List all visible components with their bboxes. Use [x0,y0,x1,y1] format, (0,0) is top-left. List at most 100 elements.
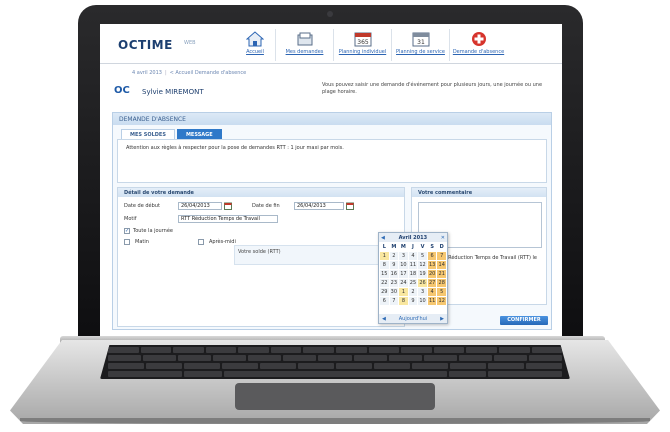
calendar-day[interactable]: 4 [427,288,437,296]
intro-text: Vous pouvez saisir une demande d'événeme… [322,82,543,95]
calendar-icon: 365 [354,32,371,47]
nav-label: Mes demandes [285,49,324,55]
calendar-day[interactable]: 9 [408,297,418,305]
message-box: Attention aux règles à respecter pour la… [117,139,547,183]
medical-cross-icon [471,32,486,46]
today-button[interactable]: Aujourd'hui [399,316,427,322]
calendar-day[interactable]: 4 [408,252,418,260]
breadcrumb-date: 4 avril 2013 [132,70,162,76]
calendar-day[interactable]: 15 [380,270,389,278]
calendar-day[interactable]: 29 [380,288,389,296]
morning-checkbox[interactable] [124,239,130,245]
panel-title: DEMANDE D'ABSENCE [113,113,551,125]
calendar-day[interactable]: 9 [389,261,399,269]
camera-icon [327,11,333,17]
absence-panel: DEMANDE D'ABSENCE MES SOLDES MESSAGE Att… [112,112,552,330]
screen: OCTIME WEB Accueil Mes demandes 365 Plan… [100,24,562,336]
calendar-day[interactable]: 14 [437,261,446,269]
nav-item-planning-individuel[interactable]: 365 Planning individuel [333,29,391,61]
calendar-day[interactable]: 11 [408,261,418,269]
calendar-day[interactable]: 5 [437,288,446,296]
calendar-day[interactable]: 8 [380,261,389,269]
calendar-day[interactable]: 10 [399,261,408,269]
calendar-day[interactable]: 12 [418,261,427,269]
user-badge: OC [114,85,130,96]
confirm-button[interactable]: CONFIRMER [500,316,548,325]
calendar-day[interactable]: 7 [389,297,399,305]
nav-item-demande-absence[interactable]: Demande d'absence [449,29,507,61]
calendar-day[interactable]: 18 [408,270,418,278]
request-details: Détail de votre demande Date de début 26… [117,187,405,327]
balance-box: Votre solde (RTT) [234,245,402,265]
calendar-day[interactable]: 10 [418,297,427,305]
calendar-day[interactable]: 28 [437,279,446,287]
calendar-day[interactable]: 30 [389,288,399,296]
calendar-day[interactable]: 16 [389,270,399,278]
calendar-day[interactable]: 3 [418,288,427,296]
nav-item-accueil[interactable]: Accueil [235,29,275,61]
datepicker-grid: L M M J V S D 1 2 3 4 5 6 7 8 9 10 11 12… [379,242,447,306]
calendar-picker-icon[interactable] [224,202,232,210]
end-date-input[interactable]: 26/04/2013 [294,202,344,210]
calendar-day[interactable]: 8 [399,297,408,305]
breadcrumb-home-link[interactable]: < Accueil [170,70,194,76]
full-day-checkbox[interactable]: ✓ [124,228,130,234]
weekday-label: D [439,244,444,250]
calendar-day[interactable]: 1 [399,288,408,296]
breadcrumb: 4 avril 2013 | < Accueil Demande d'absence [132,70,247,76]
calendar-day[interactable]: 17 [399,270,408,278]
motif-select[interactable]: RTT Réduction Temps de Travail [178,215,278,223]
nav-item-mes-demandes[interactable]: Mes demandes [275,29,333,61]
calendar-day[interactable]: 22 [380,279,389,287]
nav-label: Demande d'absence [452,49,505,55]
logo-suffix: WEB [184,40,196,46]
calendar-day[interactable]: 2 [389,252,399,260]
calendar-day[interactable]: 21 [437,270,446,278]
prev-month-button[interactable]: ◀ [381,235,385,241]
datepicker: ◀ Avril 2013 ✕ L M M J V S D 1 2 3 4 5 6… [378,232,448,324]
calendar-day[interactable]: 6 [380,297,389,305]
calendar-picker-icon[interactable] [346,202,354,210]
weekday-label: M [400,244,406,250]
request-details-title: Détail de votre demande [118,188,404,197]
calendar-day[interactable]: 19 [418,270,427,278]
calendar-day[interactable]: 12 [437,297,446,305]
calendar-day[interactable]: 5 [418,252,427,260]
nav-label: Planning individuel [338,49,387,55]
calendar-day[interactable]: 13 [427,261,437,269]
calendar-day[interactable]: 6 [427,252,437,260]
close-datepicker-button[interactable]: ✕ [441,235,445,241]
keyboard [100,345,570,379]
calendar-day[interactable]: 24 [399,279,408,287]
calendar-day[interactable]: 23 [389,279,399,287]
calendar-day[interactable]: 27 [427,279,437,287]
top-bar: OCTIME WEB Accueil Mes demandes 365 Plan… [100,24,562,64]
calendar-day[interactable]: 20 [427,270,437,278]
nav-label: Planning de service [396,49,445,55]
calendar-day[interactable]: 11 [427,297,437,305]
calendar-day-selected[interactable]: 26 [418,279,427,287]
calendar-day[interactable]: 1 [380,252,389,260]
nav-label: Accueil [246,49,264,55]
datepicker-footer: ◀ Aujourd'hui ▶ [379,314,447,323]
prev-year-button[interactable]: ◀ [382,316,386,322]
user-row: OC Sylvie MIREMONT Vous pouvez saisir un… [100,80,562,106]
afternoon-checkbox[interactable] [198,239,204,245]
next-year-button[interactable]: ▶ [440,316,444,322]
calendar-grid-icon: 31 [412,32,429,47]
weekday-label: V [420,244,425,250]
calendar-day[interactable]: 2 [408,288,418,296]
user-name: Sylvie MIREMONT [142,88,204,96]
nav-item-planning-service[interactable]: 31 Planning de service [391,29,449,61]
start-date-input[interactable]: 26/04/2013 [178,202,222,210]
weekday-label: J [412,244,414,250]
start-date-label: Date de début [124,203,160,209]
calendar-day[interactable]: 7 [437,252,446,260]
datepicker-header: ◀ Avril 2013 ✕ [379,233,447,242]
calendar-day[interactable]: 3 [399,252,408,260]
datepicker-month: Avril 2013 [398,234,428,241]
trackpad [235,383,435,410]
calendar-day[interactable]: 25 [408,279,418,287]
octime-logo: OCTIME [118,38,173,52]
comment-title: Votre commentaire [412,188,546,197]
